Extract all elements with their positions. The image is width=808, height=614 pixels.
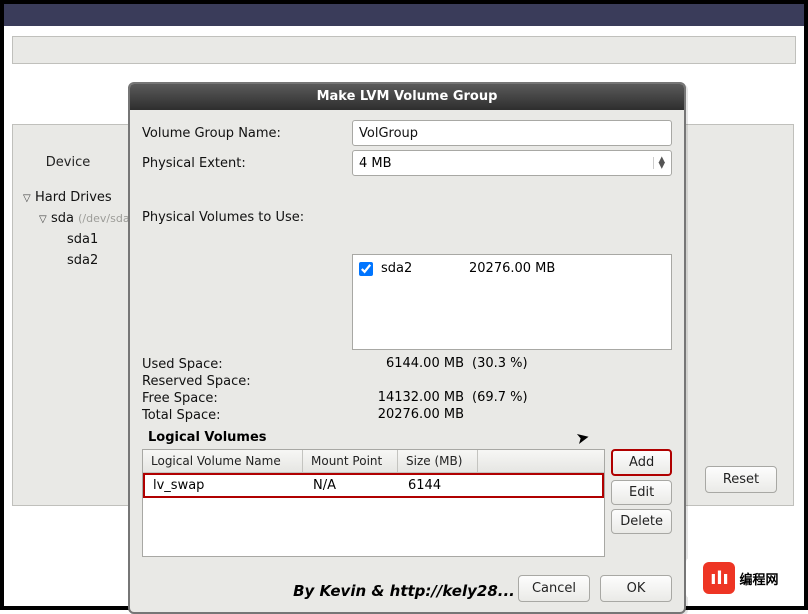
attribution: By Kevin & http://kely28...: [4, 582, 804, 600]
site-logo: ılı 编程网: [686, 558, 796, 598]
vg-name-input[interactable]: [352, 120, 672, 146]
pv-label: Physical Volumes to Use:: [142, 180, 352, 225]
tree-root[interactable]: ▽Hard Drives: [23, 187, 130, 208]
lv-row[interactable]: lv_swap N/A 6144: [143, 473, 604, 498]
lv-cell-name: lv_swap: [145, 475, 305, 496]
space-summary: Used Space:6144.00 MB(30.3 %) Reserved S…: [142, 356, 672, 424]
lv-section-title: Logical Volumes: [142, 430, 672, 445]
pv-name: sda2: [381, 261, 461, 276]
lv-cell-mount: N/A: [305, 475, 400, 496]
spinner-icon[interactable]: ▴▾: [653, 157, 665, 169]
lvm-dialog: Make LVM Volume Group Volume Group Name:…: [128, 82, 686, 614]
lv-cell-size: 6144: [400, 475, 480, 496]
pe-label: Physical Extent:: [142, 156, 352, 171]
lv-table: Logical Volume Name Mount Point Size (MB…: [142, 449, 605, 557]
expander-icon[interactable]: ▽: [23, 193, 35, 204]
pv-checkbox[interactable]: [359, 262, 373, 276]
edit-button[interactable]: Edit: [611, 480, 672, 505]
header-band: [12, 36, 796, 64]
logo-text: 编程网: [739, 569, 778, 588]
tree-disk[interactable]: ▽sda (/dev/sda: [23, 208, 130, 229]
pe-value: 4 MB: [359, 156, 392, 171]
pv-item[interactable]: sda2 20276.00 MB: [359, 261, 665, 276]
reset-button[interactable]: Reset: [705, 466, 777, 493]
pv-list: sda2 20276.00 MB: [352, 254, 672, 350]
expander-icon[interactable]: ▽: [39, 214, 51, 225]
window-topbar: [4, 4, 804, 26]
delete-button[interactable]: Delete: [611, 509, 672, 534]
add-button[interactable]: Add: [611, 449, 672, 476]
device-header: Device: [13, 125, 123, 170]
tree-partition[interactable]: sda1: [23, 229, 130, 250]
vg-name-label: Volume Group Name:: [142, 126, 352, 141]
logo-icon: ılı: [703, 562, 735, 594]
dialog-title: Make LVM Volume Group: [130, 84, 684, 110]
lv-header-name: Logical Volume Name: [143, 450, 303, 472]
pv-size: 20276.00 MB: [469, 261, 555, 276]
lv-header-size: Size (MB): [398, 450, 478, 472]
pe-select[interactable]: 4 MB ▴▾: [352, 150, 672, 176]
device-tree: ▽Hard Drives ▽sda (/dev/sda sda1 sda2: [15, 187, 138, 271]
lv-header-row: Logical Volume Name Mount Point Size (MB…: [143, 450, 604, 473]
tree-partition[interactable]: sda2: [23, 250, 130, 271]
lv-header-mount: Mount Point: [303, 450, 398, 472]
